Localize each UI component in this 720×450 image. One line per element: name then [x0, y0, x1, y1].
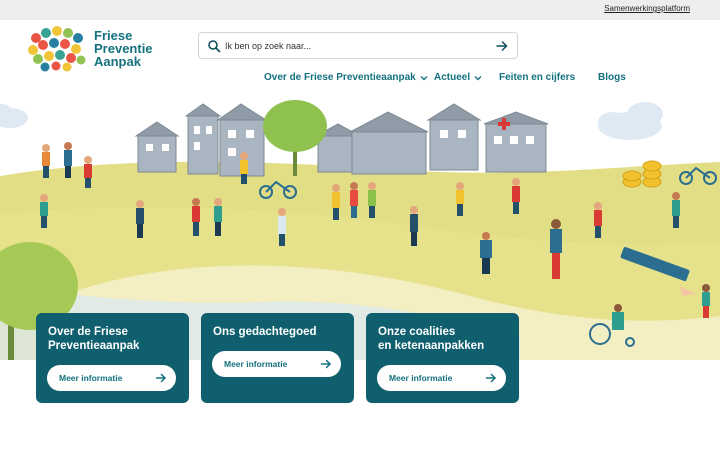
meer-informatie-button[interactable]: Meer informatie	[377, 365, 506, 391]
card-title-line: Onze coalities	[378, 326, 456, 338]
search-bar	[198, 32, 518, 59]
button-label: Meer informatie	[59, 373, 123, 383]
nav-item-feiten[interactable]: Feiten en cijfers	[499, 72, 575, 83]
logo[interactable]: Friese Preventie Aanpak	[28, 26, 168, 72]
meer-informatie-button[interactable]: Meer informatie	[47, 365, 176, 391]
nav-item-over[interactable]: Over de Friese Preventieaanpak	[264, 72, 428, 83]
nav-item-label: Actueel	[434, 72, 471, 83]
chevron-down-icon	[474, 75, 482, 80]
logo-line-3: Aanpak	[94, 54, 141, 69]
search-input[interactable]	[225, 37, 485, 55]
nav-item-label: Feiten en cijfers	[499, 72, 576, 83]
button-label: Meer informatie	[389, 373, 453, 383]
card-title: Ons gedachtegoed	[213, 325, 348, 339]
arrow-right-icon[interactable]	[495, 39, 509, 53]
card-title-line: Ons gedachtegoed	[213, 326, 317, 338]
button-label: Meer informatie	[224, 359, 288, 369]
card-onze-coalities[interactable]: Onze coalities en ketenaanpakken Meer in…	[366, 313, 519, 403]
card-ons-gedachtegoed[interactable]: Ons gedachtegoed Meer informatie	[201, 313, 354, 403]
arrow-right-icon	[155, 373, 166, 383]
card-title-line: Preventieaanpak	[48, 340, 140, 352]
houses	[134, 103, 549, 177]
nav-item-label: Blogs	[598, 72, 626, 83]
nav-item-actueel[interactable]: Actueel	[434, 72, 482, 83]
card-title: Over de Friese Preventieaanpak	[48, 325, 183, 353]
card-title-line: Over de Friese	[48, 326, 128, 338]
chevron-down-icon	[420, 75, 428, 80]
top-utility-bar: Samenwerkingsplatform	[0, 0, 720, 20]
samenwerkingsplatform-link[interactable]: Samenwerkingsplatform	[604, 4, 690, 13]
arrow-right-icon	[485, 373, 496, 383]
nav-item-label: Over de Friese Preventieaanpak	[264, 72, 416, 83]
meer-informatie-button[interactable]: Meer informatie	[212, 351, 341, 377]
nav-item-blogs[interactable]: Blogs	[598, 72, 626, 83]
card-title-line: en ketenaanpakken	[378, 340, 485, 352]
arrow-right-icon	[320, 359, 331, 369]
card-over-de-friese-preventieaanpak[interactable]: Over de Friese Preventieaanpak Meer info…	[36, 313, 189, 403]
hands-logo-icon	[28, 26, 86, 72]
logo-wordmark: Friese Preventie Aanpak	[94, 29, 153, 68]
search-icon	[208, 40, 221, 53]
card-title: Onze coalities en ketenaanpakken	[378, 325, 513, 353]
